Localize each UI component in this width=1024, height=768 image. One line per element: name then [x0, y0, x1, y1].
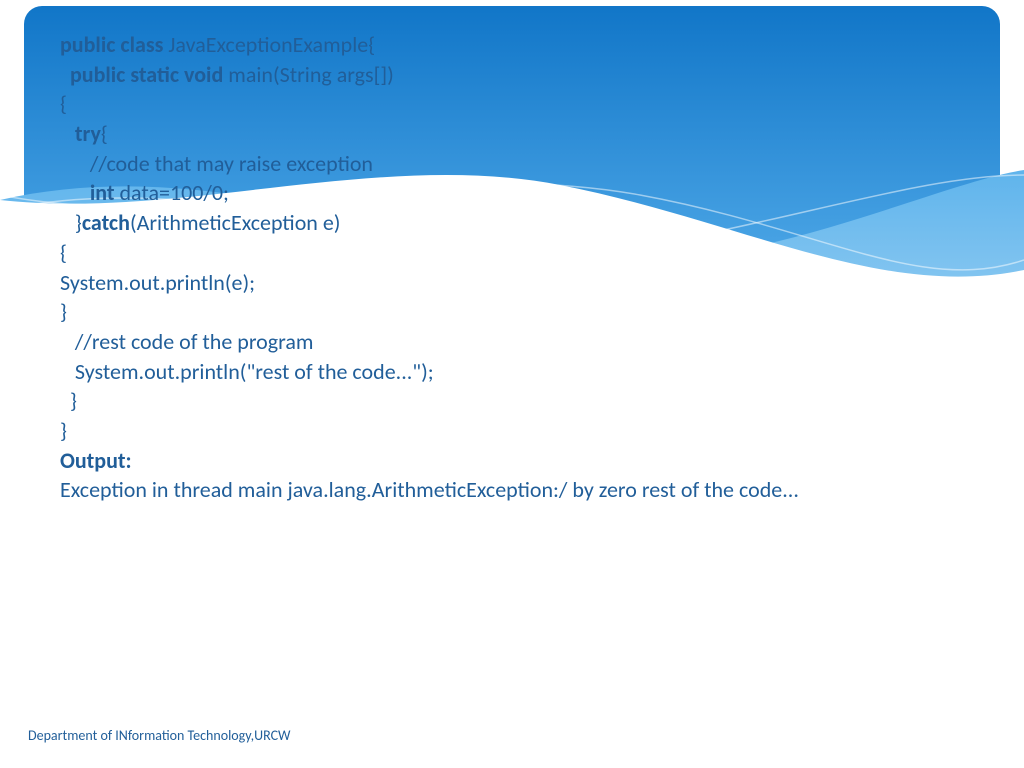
code-line-8: { [60, 238, 964, 268]
code-text: main(String args[]) [223, 61, 393, 88]
code-line-5: //code that may raise exception [60, 149, 964, 179]
output-label: Output: [60, 446, 964, 476]
indent [60, 120, 75, 147]
code-line-14: } [60, 416, 964, 446]
code-text: { [101, 120, 108, 147]
indent [60, 179, 90, 206]
code-line-12: System.out.println("rest of the code..."… [60, 357, 964, 387]
code-content: public class JavaExceptionExample{ publi… [0, 0, 1024, 505]
code-line-1: public class JavaExceptionExample{ [60, 30, 964, 60]
indent: } [60, 209, 82, 236]
keyword: catch [82, 209, 130, 236]
output-label-text: Output: [60, 447, 132, 474]
keyword: int [90, 179, 115, 206]
indent [60, 61, 70, 88]
code-line-9: System.out.println(e); [60, 268, 964, 298]
code-line-7: }catch(ArithmeticException e) [60, 208, 964, 238]
code-text: JavaExceptionExample{ [163, 31, 375, 58]
code-line-3: { [60, 89, 964, 119]
output-text: Exception in thread main java.lang.Arith… [60, 475, 964, 505]
code-line-2: public static void main(String args[]) [60, 60, 964, 90]
keyword: try [75, 120, 101, 147]
code-line-4: try{ [60, 119, 964, 149]
code-line-10: } [60, 297, 964, 327]
code-line-13: } [60, 386, 964, 416]
keyword: public class [60, 31, 163, 58]
code-text: (ArithmeticException e) [130, 209, 341, 236]
footer-text: Department of INformation Technology,URC… [28, 727, 291, 744]
keyword: public static void [70, 61, 223, 88]
code-text: data=100/0; [114, 179, 228, 206]
code-line-6: int data=100/0; [60, 178, 964, 208]
code-line-11: //rest code of the program [60, 327, 964, 357]
